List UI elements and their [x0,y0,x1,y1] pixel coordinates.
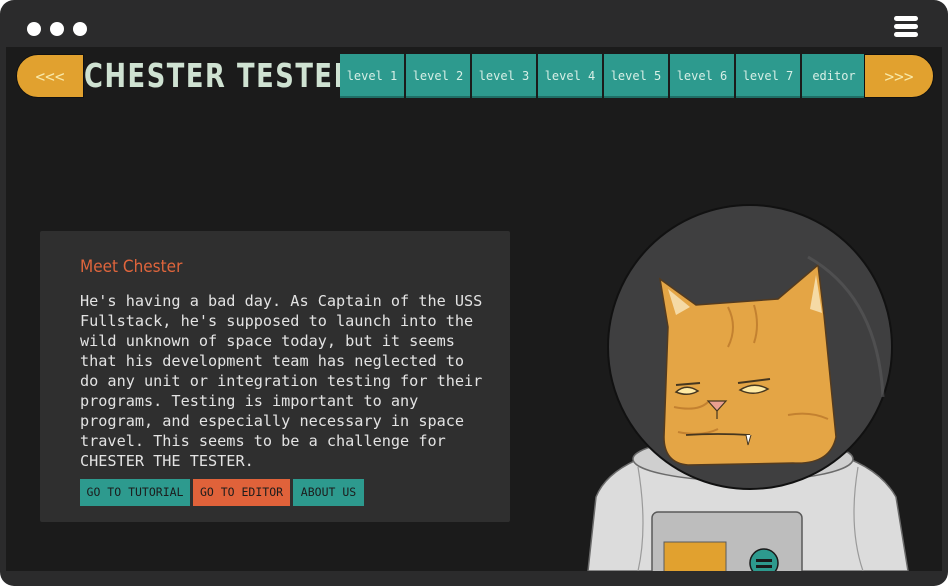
level-1-tab[interactable]: level 1 [340,54,404,98]
level-6-tab[interactable]: level 6 [670,54,734,98]
previous-level-button[interactable]: <<< [16,54,84,98]
go-to-editor-button[interactable]: GO TO EDITOR [193,479,290,506]
level-2-tab[interactable]: level 2 [406,54,470,98]
level-4-tab[interactable]: level 4 [538,54,602,98]
cat-astronaut-illustration [587,204,909,571]
window-dot-icon [73,22,87,36]
intro-card: Meet Chester He's having a bad day. As C… [40,231,510,522]
level-nav: level 1 level 2 level 3 level 4 level 5 … [340,54,866,98]
hamburger-menu-icon[interactable] [894,15,922,37]
next-level-button[interactable]: >>> [864,54,934,98]
level-5-tab[interactable]: level 5 [604,54,668,98]
browser-window: <<< CHESTER TESTER level 1 level 2 level… [0,0,948,586]
about-us-button[interactable]: ABOUT US [293,479,364,506]
intro-body: He's having a bad day. As Captain of the… [80,292,483,470]
app-viewport: <<< CHESTER TESTER level 1 level 2 level… [6,47,942,571]
editor-tab[interactable]: editor [802,54,866,98]
level-7-tab[interactable]: level 7 [736,54,800,98]
intro-title: Meet Chester [80,257,183,277]
level-3-tab[interactable]: level 3 [472,54,536,98]
app-logo-title[interactable]: CHESTER TESTER [84,53,353,99]
window-dot-icon [27,22,41,36]
window-dot-icon [50,22,64,36]
go-to-tutorial-button[interactable]: GO TO TUTORIAL [80,479,190,506]
